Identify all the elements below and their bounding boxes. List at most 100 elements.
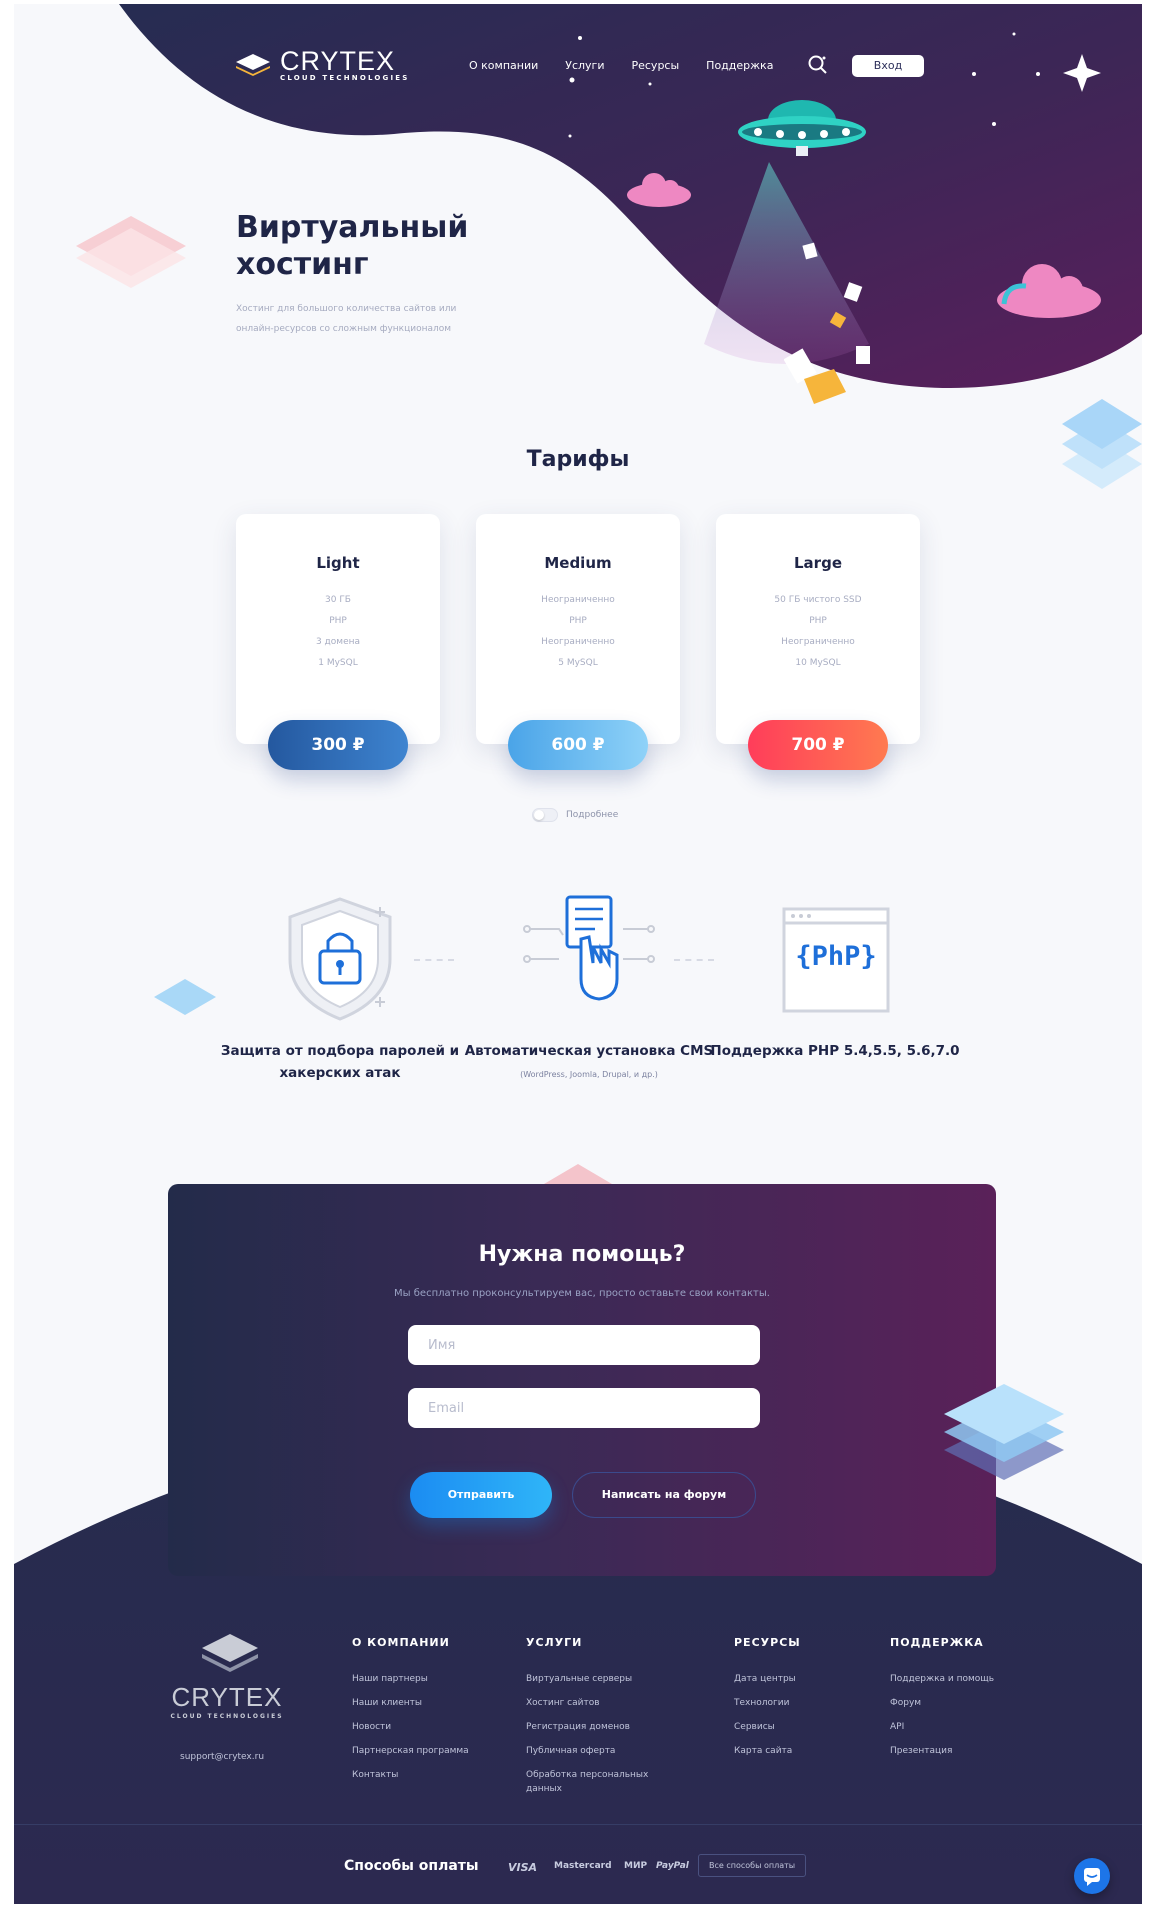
- feature-title-text: Защита от подбора паролей и хакерских ат…: [220, 1043, 460, 1081]
- chat-button[interactable]: [1074, 1858, 1110, 1894]
- search-icon[interactable]: [807, 54, 829, 76]
- footer-link[interactable]: Карта сайта: [734, 1739, 801, 1763]
- payment-visa: VISA: [508, 1861, 538, 1874]
- all-payment-methods-link[interactable]: Все способы оплаты: [698, 1854, 807, 1877]
- plan-feature: Неограниченно: [541, 595, 615, 605]
- footer-link[interactable]: Публичная оферта: [526, 1739, 666, 1763]
- feature-php-title: Поддержка PHP 5.4,5.5, 5.6,7.0: [710, 1040, 960, 1062]
- plan-features: 30 ГБ PHP 3 домена 1 MySQL: [236, 590, 440, 674]
- footer-link[interactable]: Партнерская программа: [352, 1739, 469, 1763]
- more-details-toggle[interactable]: Подробнее: [532, 808, 618, 822]
- toggle-switch[interactable]: [532, 808, 558, 822]
- footer-brand-name: CRYTEX: [171, 1682, 283, 1712]
- feature-cms-title: Автоматическая установка CMS (WordPress,…: [464, 1040, 714, 1086]
- footer-link[interactable]: Форум: [890, 1691, 994, 1715]
- diamond-decoration: [76, 216, 186, 288]
- documents-illustration: [784, 242, 870, 404]
- name-input[interactable]: [408, 1325, 760, 1365]
- footer-link[interactable]: Презентация: [890, 1739, 994, 1763]
- cloud-decoration: [627, 173, 691, 207]
- footer-link[interactable]: Дата центры: [734, 1667, 801, 1691]
- plan-feature: PHP: [329, 616, 347, 626]
- plan-feature: 10 MySQL: [795, 658, 841, 668]
- plan-feature: 30 ГБ: [325, 595, 351, 605]
- price-button-light[interactable]: 300 ₽: [268, 720, 408, 770]
- footer-column-title: УСЛУГИ: [526, 1636, 583, 1649]
- footer-brand-tagline: CLOUD TECHNOLOGIES: [170, 1713, 284, 1720]
- footer-link[interactable]: Виртуальные серверы: [526, 1667, 666, 1691]
- footer-column-title: О КОМПАНИИ: [352, 1636, 450, 1649]
- ufo-illustration: [738, 100, 866, 156]
- price-button-large[interactable]: 700 ₽: [748, 720, 888, 770]
- footer-logo[interactable]: CRYTEX CLOUD TECHNOLOGIES: [162, 1682, 292, 1720]
- shield-lock-icon: [288, 897, 392, 1021]
- send-button[interactable]: Отправить: [410, 1472, 552, 1518]
- divider: [674, 959, 714, 961]
- plan-feature: PHP: [569, 616, 587, 626]
- help-subtitle: Мы бесплатно проконсультируем вас, прост…: [394, 1288, 770, 1299]
- payment-title: Способы оплаты: [344, 1858, 479, 1874]
- brand-name: CRYTEX: [280, 46, 396, 76]
- touch-screen-icon: [523, 895, 655, 1001]
- logo[interactable]: CRYTEX CLOUD TECHNOLOGIES: [236, 48, 410, 82]
- footer-link[interactable]: Поддержка и помощь: [890, 1667, 994, 1691]
- payment-mastercard: Mastercard: [554, 1861, 612, 1871]
- footer-link[interactable]: Хостинг сайтов: [526, 1691, 666, 1715]
- footer-column-title: ПОДДЕРЖКА: [890, 1636, 984, 1649]
- footer-column-support: ПОДДЕРЖКА Поддержка и помощь Форум API П…: [890, 1636, 994, 1763]
- footer-link[interactable]: Контакты: [352, 1763, 469, 1787]
- page: CRYTEX CLOUD TECHNOLOGIES О компании Усл…: [14, 4, 1142, 1904]
- plan-features: Неограниченно PHP Неограниченно 5 MySQL: [476, 590, 680, 674]
- footer-column-title: РЕСУРСЫ: [734, 1636, 801, 1649]
- php-icon-text: {PhP}: [795, 941, 877, 972]
- footer-link[interactable]: Технологии: [734, 1691, 801, 1715]
- nav-item-services[interactable]: Услуги: [565, 59, 604, 72]
- plan-feature: 3 домена: [315, 637, 361, 647]
- plan-card-large: Large 50 ГБ чистого SSD PHP Неограниченн…: [716, 514, 920, 744]
- plan-name: Large: [794, 554, 842, 572]
- plan-card-light: Light 30 ГБ PHP 3 домена 1 MySQL: [236, 514, 440, 744]
- plan-feature: 1 MySQL: [318, 658, 358, 668]
- php-window-icon: {PhP}: [766, 889, 906, 1029]
- tariffs-title: Тарифы: [526, 447, 630, 472]
- footer-link[interactable]: Наши клиенты: [352, 1691, 469, 1715]
- plan-feature: PHP: [809, 616, 827, 626]
- footer-divider: [14, 1824, 1142, 1825]
- support-email[interactable]: support@crytex.ru: [180, 1752, 264, 1762]
- plan-feature: Неограниченно: [541, 637, 615, 647]
- footer-link[interactable]: Сервисы: [734, 1715, 801, 1739]
- nav-item-resources[interactable]: Ресурсы: [631, 59, 679, 72]
- divider: [414, 959, 454, 961]
- plan-feature: Неограниченно: [781, 637, 855, 647]
- email-input[interactable]: [408, 1388, 760, 1428]
- cloud-decoration: [997, 264, 1101, 318]
- footer-link[interactable]: Обработка персональных данных: [526, 1768, 666, 1796]
- footer-column-resources: РЕСУРСЫ Дата центры Технологии Сервисы К…: [734, 1636, 801, 1763]
- payment-paypal: PayPal: [656, 1861, 689, 1871]
- footer-column-services: УСЛУГИ Виртуальные серверы Хостинг сайто…: [526, 1636, 666, 1796]
- help-section: Нужна помощь? Мы бесплатно проконсультир…: [168, 1184, 996, 1576]
- login-button[interactable]: Вход: [852, 55, 924, 77]
- nav-item-support[interactable]: Поддержка: [706, 59, 773, 72]
- payment-mir: МИР: [624, 1861, 648, 1871]
- brand-tagline: CLOUD TECHNOLOGIES: [280, 74, 410, 82]
- footer-column-company: О КОМПАНИИ Наши партнеры Наши клиенты Но…: [352, 1636, 469, 1787]
- footer-link[interactable]: Наши партнеры: [352, 1667, 469, 1691]
- forum-button[interactable]: Написать на форум: [572, 1472, 756, 1518]
- feature-note: (WordPress, Joomla, Drupal, и др.): [520, 1070, 658, 1079]
- footer-link[interactable]: Новости: [352, 1715, 469, 1739]
- nav-item-company[interactable]: О компании: [469, 59, 538, 72]
- footer-link[interactable]: API: [890, 1715, 994, 1739]
- layers-decoration: [944, 1384, 1064, 1480]
- feature-title-text: Поддержка PHP 5.4,5.5, 5.6,7.0: [710, 1043, 960, 1059]
- main-nav: О компании Услуги Ресурсы Поддержка: [469, 59, 773, 72]
- plan-features: 50 ГБ чистого SSD PHP Неограниченно 10 M…: [716, 590, 920, 674]
- diamond-decoration: [154, 979, 216, 1015]
- price-button-medium[interactable]: 600 ₽: [508, 720, 648, 770]
- more-details-label: Подробнее: [566, 810, 619, 820]
- plan-name: Medium: [544, 554, 612, 572]
- plan-feature: 5 MySQL: [558, 658, 598, 668]
- chat-icon: [1084, 1868, 1100, 1886]
- page-title: Виртуальный хостинг: [236, 210, 469, 282]
- footer-link[interactable]: Регистрация доменов: [526, 1715, 666, 1739]
